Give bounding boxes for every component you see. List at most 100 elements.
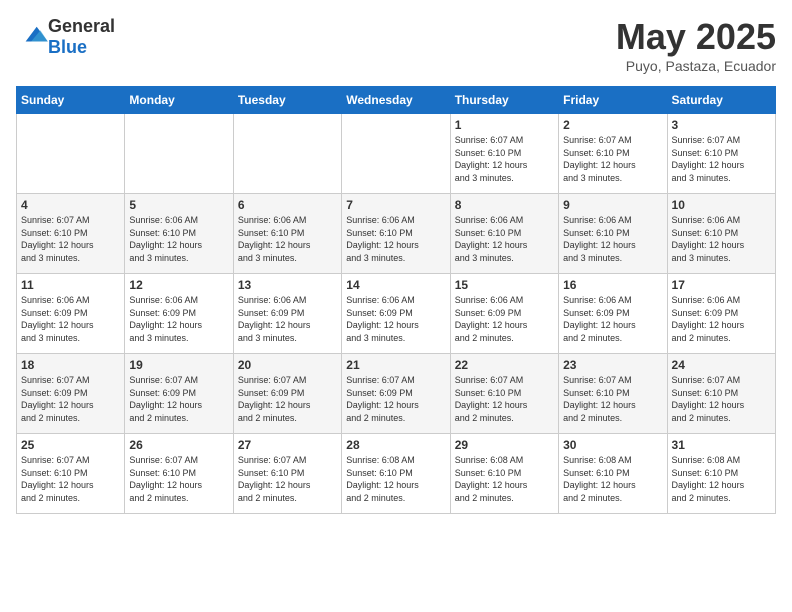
calendar-cell: 30Sunrise: 6:08 AM Sunset: 6:10 PM Dayli…: [559, 434, 667, 514]
day-number: 19: [129, 358, 228, 372]
logo-icon: [18, 23, 48, 47]
header-day-wednesday: Wednesday: [342, 87, 450, 114]
calendar-cell: [233, 114, 341, 194]
calendar-cell: 8 Sunrise: 6:06 AM Sunset: 6:10 PM Daylig…: [450, 194, 558, 274]
day-number: 23: [563, 358, 662, 372]
day-info: Sunrise: 6:08 AM Sunset: 6:10 PM Dayligh…: [672, 454, 771, 504]
calendar-cell: 21 Sunrise: 6:07 AM Sunset: 6:09 PM Dayli…: [342, 354, 450, 434]
day-info: Sunrise: 6:07 AM Sunset: 6:10 PM Dayligh…: [129, 454, 228, 504]
day-number: 21: [346, 358, 445, 372]
calendar-cell: 26Sunrise: 6:07 AM Sunset: 6:10 PM Dayli…: [125, 434, 233, 514]
day-info: Sunrise: 6:06 AM Sunset: 6:10 PM Dayligh…: [563, 214, 662, 264]
calendar-cell: 23 Sunrise: 6:07 AM Sunset: 6:10 PM Dayli…: [559, 354, 667, 434]
day-info: Sunrise: 6:07 AM Sunset: 6:10 PM Dayligh…: [563, 134, 662, 184]
calendar-cell: [17, 114, 125, 194]
header-day-saturday: Saturday: [667, 87, 775, 114]
week-row-1: 1 Sunrise: 6:07 AM Sunset: 6:10 PM Daylig…: [17, 114, 776, 194]
calendar-cell: 6 Sunrise: 6:06 AM Sunset: 6:10 PM Daylig…: [233, 194, 341, 274]
day-info: Sunrise: 6:06 AM Sunset: 6:09 PM Dayligh…: [672, 294, 771, 344]
header-day-monday: Monday: [125, 87, 233, 114]
day-number: 28: [346, 438, 445, 452]
calendar-cell: 29Sunrise: 6:08 AM Sunset: 6:10 PM Dayli…: [450, 434, 558, 514]
week-row-3: 11 Sunrise: 6:06 AM Sunset: 6:09 PM Dayli…: [17, 274, 776, 354]
title-block: May 2025 Puyo, Pastaza, Ecuador: [616, 16, 776, 74]
calendar-cell: 12 Sunrise: 6:06 AM Sunset: 6:09 PM Dayli…: [125, 274, 233, 354]
day-info: Sunrise: 6:07 AM Sunset: 6:09 PM Dayligh…: [346, 374, 445, 424]
calendar-cell: 28 Sunrise: 6:08 AM Sunset: 6:10 PM Dayli…: [342, 434, 450, 514]
day-info: Sunrise: 6:07 AM Sunset: 6:10 PM Dayligh…: [563, 374, 662, 424]
calendar-cell: 24Sunrise: 6:07 AM Sunset: 6:10 PM Dayli…: [667, 354, 775, 434]
calendar-cell: 25 Sunrise: 6:07 AM Sunset: 6:10 PM Dayli…: [17, 434, 125, 514]
calendar-table: SundayMondayTuesdayWednesdayThursdayFrid…: [16, 86, 776, 514]
day-info: Sunrise: 6:07 AM Sunset: 6:09 PM Dayligh…: [238, 374, 337, 424]
day-number: 13: [238, 278, 337, 292]
calendar-cell: 19 Sunrise: 6:07 AM Sunset: 6:09 PM Dayli…: [125, 354, 233, 434]
day-number: 7: [346, 198, 445, 212]
calendar-cell: [125, 114, 233, 194]
day-info: Sunrise: 6:06 AM Sunset: 6:10 PM Dayligh…: [455, 214, 554, 264]
day-info: Sunrise: 6:08 AM Sunset: 6:10 PM Dayligh…: [563, 454, 662, 504]
day-info: Sunrise: 6:07 AM Sunset: 6:10 PM Dayligh…: [672, 134, 771, 184]
day-number: 18: [21, 358, 120, 372]
day-info: Sunrise: 6:06 AM Sunset: 6:10 PM Dayligh…: [238, 214, 337, 264]
calendar-cell: 2 Sunrise: 6:07 AM Sunset: 6:10 PM Daylig…: [559, 114, 667, 194]
calendar-cell: 31 Sunrise: 6:08 AM Sunset: 6:10 PM Dayli…: [667, 434, 775, 514]
location-subtitle: Puyo, Pastaza, Ecuador: [616, 58, 776, 74]
logo-general-text: General: [48, 16, 115, 36]
day-info: Sunrise: 6:06 AM Sunset: 6:10 PM Dayligh…: [672, 214, 771, 264]
day-number: 2: [563, 118, 662, 132]
day-info: Sunrise: 6:06 AM Sunset: 6:10 PM Dayligh…: [129, 214, 228, 264]
header-day-thursday: Thursday: [450, 87, 558, 114]
day-number: 16: [563, 278, 662, 292]
calendar-cell: 4 Sunrise: 6:07 AM Sunset: 6:10 PM Daylig…: [17, 194, 125, 274]
calendar-cell: 18 Sunrise: 6:07 AM Sunset: 6:09 PM Dayli…: [17, 354, 125, 434]
calendar-cell: 15Sunrise: 6:06 AM Sunset: 6:09 PM Dayli…: [450, 274, 558, 354]
calendar-cell: 14Sunrise: 6:06 AM Sunset: 6:09 PM Dayli…: [342, 274, 450, 354]
calendar-cell: 1 Sunrise: 6:07 AM Sunset: 6:10 PM Daylig…: [450, 114, 558, 194]
day-number: 31: [672, 438, 771, 452]
calendar-cell: 10 Sunrise: 6:06 AM Sunset: 6:10 PM Dayli…: [667, 194, 775, 274]
day-number: 4: [21, 198, 120, 212]
day-info: Sunrise: 6:07 AM Sunset: 6:10 PM Dayligh…: [21, 454, 120, 504]
day-info: Sunrise: 6:07 AM Sunset: 6:10 PM Dayligh…: [455, 134, 554, 184]
day-number: 11: [21, 278, 120, 292]
logo-blue-text: Blue: [48, 37, 87, 57]
month-title: May 2025: [616, 16, 776, 58]
week-row-5: 25 Sunrise: 6:07 AM Sunset: 6:10 PM Dayli…: [17, 434, 776, 514]
day-number: 10: [672, 198, 771, 212]
page-header: General Blue May 2025 Puyo, Pastaza, Ecu…: [16, 16, 776, 74]
logo: General Blue: [16, 16, 115, 58]
day-info: Sunrise: 6:07 AM Sunset: 6:09 PM Dayligh…: [129, 374, 228, 424]
day-number: 12: [129, 278, 228, 292]
day-info: Sunrise: 6:07 AM Sunset: 6:10 PM Dayligh…: [455, 374, 554, 424]
calendar-body: 1 Sunrise: 6:07 AM Sunset: 6:10 PM Daylig…: [17, 114, 776, 514]
day-number: 15: [455, 278, 554, 292]
day-info: Sunrise: 6:07 AM Sunset: 6:10 PM Dayligh…: [21, 214, 120, 264]
day-number: 25: [21, 438, 120, 452]
calendar-cell: 17Sunrise: 6:06 AM Sunset: 6:09 PM Dayli…: [667, 274, 775, 354]
week-row-4: 18 Sunrise: 6:07 AM Sunset: 6:09 PM Dayli…: [17, 354, 776, 434]
day-info: Sunrise: 6:06 AM Sunset: 6:09 PM Dayligh…: [21, 294, 120, 344]
calendar-header: SundayMondayTuesdayWednesdayThursdayFrid…: [17, 87, 776, 114]
day-number: 8: [455, 198, 554, 212]
day-number: 1: [455, 118, 554, 132]
day-info: Sunrise: 6:07 AM Sunset: 6:10 PM Dayligh…: [238, 454, 337, 504]
calendar-cell: 22Sunrise: 6:07 AM Sunset: 6:10 PM Dayli…: [450, 354, 558, 434]
header-day-friday: Friday: [559, 87, 667, 114]
day-number: 27: [238, 438, 337, 452]
header-row: SundayMondayTuesdayWednesdayThursdayFrid…: [17, 87, 776, 114]
day-info: Sunrise: 6:06 AM Sunset: 6:09 PM Dayligh…: [129, 294, 228, 344]
calendar-cell: 7 Sunrise: 6:06 AM Sunset: 6:10 PM Daylig…: [342, 194, 450, 274]
calendar-cell: 20Sunrise: 6:07 AM Sunset: 6:09 PM Dayli…: [233, 354, 341, 434]
calendar-cell: 3Sunrise: 6:07 AM Sunset: 6:10 PM Daylig…: [667, 114, 775, 194]
day-info: Sunrise: 6:07 AM Sunset: 6:10 PM Dayligh…: [672, 374, 771, 424]
day-number: 14: [346, 278, 445, 292]
day-info: Sunrise: 6:07 AM Sunset: 6:09 PM Dayligh…: [21, 374, 120, 424]
day-number: 5: [129, 198, 228, 212]
calendar-cell: 11 Sunrise: 6:06 AM Sunset: 6:09 PM Dayli…: [17, 274, 125, 354]
day-info: Sunrise: 6:06 AM Sunset: 6:10 PM Dayligh…: [346, 214, 445, 264]
calendar-cell: 27 Sunrise: 6:07 AM Sunset: 6:10 PM Dayli…: [233, 434, 341, 514]
day-info: Sunrise: 6:08 AM Sunset: 6:10 PM Dayligh…: [346, 454, 445, 504]
header-day-sunday: Sunday: [17, 87, 125, 114]
day-number: 6: [238, 198, 337, 212]
